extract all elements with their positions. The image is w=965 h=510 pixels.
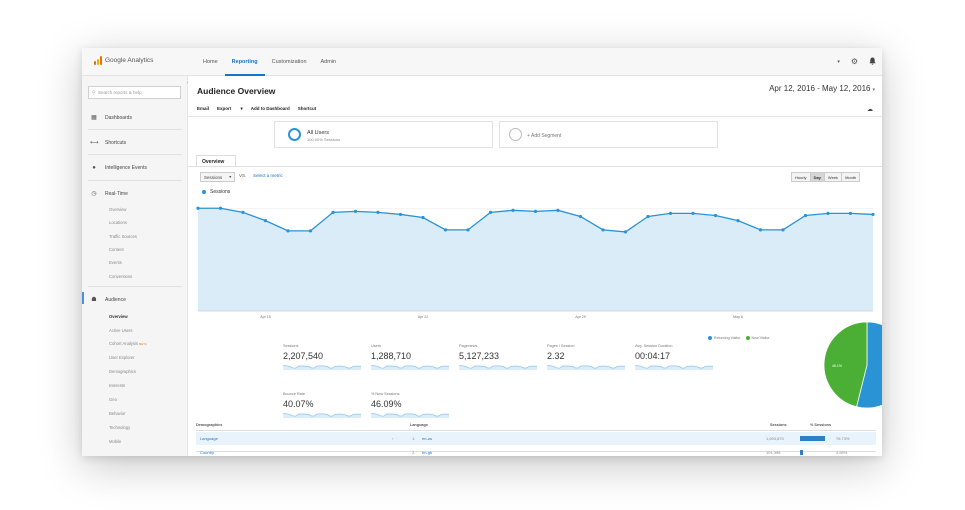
table-header[interactable]: Sessions	[770, 423, 787, 427]
pie-slice-label: 46.1%	[832, 364, 842, 368]
sidebar-sub-audience-overview[interactable]: Overview	[109, 314, 128, 319]
search-input[interactable]: ⚲ Search reports & help	[88, 86, 181, 99]
table-cell: 2.	[412, 450, 416, 455]
sidebar-label: Intelligence Events	[105, 165, 147, 171]
chevron-down-icon[interactable]: ▾	[837, 58, 840, 66]
sidebar-sub-traffic-sources[interactable]: Traffic Sources	[109, 234, 137, 239]
table-header[interactable]: % Sessions	[810, 423, 831, 427]
sidebar-item-real-time[interactable]: ◷ Real-Time	[90, 190, 128, 198]
table-cell: 76.73%	[836, 436, 850, 441]
table-cell: 101,398	[766, 450, 781, 455]
sidebar-sub-cohort-analysis[interactable]: Cohort AnalysisBETA	[109, 341, 147, 346]
table-cell: 1.	[412, 436, 416, 441]
sidebar-item-intelligence-events[interactable]: ● Intelligence Events	[90, 165, 147, 171]
table-divider	[196, 430, 876, 431]
table-row[interactable]: Language 1. en-us 1,693,870 76.73% ›	[196, 432, 876, 445]
divider	[88, 154, 182, 155]
top-nav: Home Reporting Customization Admin	[196, 48, 343, 76]
table-cell: Language	[200, 436, 218, 441]
search-icon: ⚲	[92, 89, 96, 96]
table-cell: 1,693,870	[766, 436, 784, 441]
sidebar-label: Real-Time	[105, 190, 128, 197]
visitor-pie-chart: 53.9%46.1%	[823, 321, 882, 409]
search-placeholder: Search reports & help	[98, 90, 142, 95]
sidebar-label: Audience	[105, 296, 126, 303]
sidebar-sub-geo[interactable]: Geo	[109, 397, 117, 402]
analytics-window: Google Analytics Home Reporting Customiz…	[82, 48, 882, 456]
sidebar-sub-events[interactable]: Events	[109, 260, 122, 265]
table-cell: 4.59%	[836, 450, 848, 455]
sidebar-sub-active-users[interactable]: Active Users	[109, 328, 133, 333]
sidebar-sub-realtime-overview[interactable]: Overview	[109, 207, 126, 212]
table-cell: en-gb	[422, 450, 433, 455]
sidebar-sub-mobile[interactable]: Mobile	[109, 439, 121, 444]
sidebar-sub-label: Cohort Analysis	[109, 341, 139, 346]
table-header[interactable]: Demographics	[196, 423, 222, 427]
active-indicator	[82, 292, 84, 304]
sidebar-item-dashboards[interactable]: ▦ Dashboards	[90, 114, 132, 122]
nav-reporting[interactable]: Reporting	[224, 48, 265, 76]
divider	[88, 286, 182, 287]
sidebar-label: Dashboards	[105, 114, 132, 121]
main-panel: Audience Overview Apr 12, 2016 - May 12,…	[188, 76, 882, 456]
sidebar-item-shortcuts[interactable]: ⟷ Shortcuts	[90, 139, 127, 147]
top-icons: ▾ ⚙	[826, 57, 876, 67]
top-bar: Google Analytics Home Reporting Customiz…	[82, 48, 882, 76]
sidebar-sub-behavior[interactable]: Behavior	[109, 411, 126, 416]
sidebar-sub-conversions[interactable]: Conversions	[109, 274, 132, 279]
table-row[interactable]: Country 2. en-gb 101,398 4.59%	[196, 446, 876, 456]
clock-icon: ◷	[91, 191, 97, 197]
beta-badge: BETA	[139, 342, 147, 346]
sidebar-sub-technology[interactable]: Technology	[109, 425, 130, 430]
bell-icon[interactable]	[869, 57, 876, 67]
nav-admin[interactable]: Admin	[314, 48, 344, 76]
sidebar-label: Shortcuts	[105, 139, 127, 146]
lightbulb-icon: ●	[92, 165, 96, 171]
share-bar	[800, 436, 825, 441]
sidebar-sub-content[interactable]: Content	[109, 247, 124, 252]
analytics-logo-icon	[94, 56, 102, 65]
app-name: Google Analytics	[105, 57, 154, 64]
sidebar-sub-demographics[interactable]: Demographics	[109, 369, 136, 374]
grid-icon: ▦	[91, 115, 97, 121]
people-icon: ☗	[91, 297, 97, 303]
share-bar	[800, 450, 803, 455]
table-cell: Country	[200, 450, 215, 455]
table-cell: en-us	[422, 436, 433, 441]
gear-icon[interactable]: ⚙	[851, 58, 858, 66]
google-analytics-logo[interactable]: Google Analytics	[94, 56, 153, 65]
sidebar: ◂ ⚲ Search reports & help ▦ Dashboards ⟷…	[82, 76, 190, 456]
sidebar-item-audience[interactable]: ☗ Audience	[90, 296, 126, 304]
table-header[interactable]: Language	[410, 423, 428, 427]
chevron-right-icon: ›	[392, 436, 394, 441]
nav-home[interactable]: Home	[196, 48, 225, 76]
divider	[88, 129, 182, 130]
nav-customization[interactable]: Customization	[265, 48, 314, 76]
shortcut-arrow-icon: ⟷	[90, 140, 99, 146]
sidebar-sub-interests[interactable]: Interests	[109, 383, 125, 388]
sidebar-sub-locations[interactable]: Locations	[109, 220, 127, 225]
divider	[88, 180, 182, 181]
sidebar-sub-user-explorer[interactable]: User Explorer	[109, 355, 135, 360]
